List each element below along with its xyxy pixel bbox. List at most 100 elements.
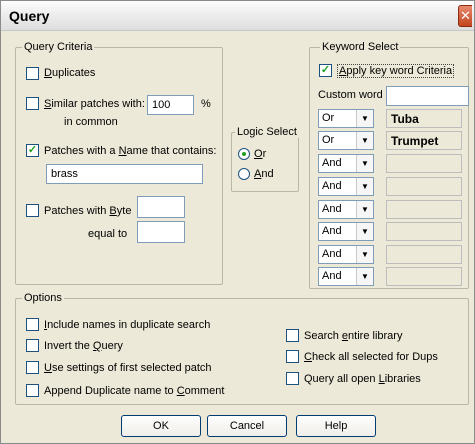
label-key: C bbox=[304, 351, 312, 363]
custom-word-input[interactable] bbox=[386, 86, 469, 106]
use-settings-checkbox[interactable] bbox=[26, 361, 39, 374]
query-criteria-title: Query Criteria bbox=[22, 41, 95, 53]
logic-combo-4[interactable]: And ▼ bbox=[318, 177, 374, 196]
logic-combo-8[interactable]: And ▼ bbox=[318, 267, 374, 286]
chevron-down-icon[interactable]: ▼ bbox=[356, 110, 373, 127]
name-contains-label[interactable]: Patches with a Name that contains: bbox=[44, 145, 216, 157]
logic-and-label[interactable]: And bbox=[254, 168, 274, 180]
logic-combo-5[interactable]: And ▼ bbox=[318, 200, 374, 219]
keyword-cell-3[interactable] bbox=[386, 154, 462, 173]
append-duplicate-label[interactable]: Append Duplicate name to Comment bbox=[44, 385, 224, 397]
label-post: yte bbox=[116, 205, 132, 217]
chevron-down-icon[interactable]: ▼ bbox=[356, 178, 373, 195]
label-pre: Patches with a bbox=[44, 145, 119, 157]
label-pre: Search bbox=[304, 330, 342, 342]
label-post: imilar patches with: bbox=[51, 98, 145, 110]
chevron-down-icon[interactable]: ▼ bbox=[356, 132, 373, 149]
query-all-checkbox[interactable] bbox=[286, 372, 299, 385]
label-post: se settings of first selected patch bbox=[51, 362, 212, 374]
duplicates-checkbox[interactable] bbox=[26, 67, 39, 80]
percent-label: % bbox=[201, 98, 211, 110]
chevron-down-icon[interactable]: ▼ bbox=[356, 246, 373, 263]
similar-percent-input[interactable]: 100 bbox=[147, 95, 194, 115]
label-post: uery bbox=[101, 340, 123, 352]
label-post: ibraries bbox=[384, 373, 421, 385]
logic-combo-2[interactable]: Or ▼ bbox=[318, 131, 374, 150]
include-names-label[interactable]: Include names in duplicate search bbox=[44, 319, 210, 331]
check-all-checkbox[interactable] bbox=[286, 350, 299, 363]
byte-checkbox[interactable] bbox=[26, 204, 39, 217]
ok-button[interactable]: OK bbox=[121, 415, 201, 437]
keyword-cell-7[interactable] bbox=[386, 245, 462, 264]
label-key: N bbox=[118, 145, 127, 157]
byte-label[interactable]: Patches with Byte bbox=[44, 205, 131, 217]
help-button[interactable]: Help bbox=[296, 415, 376, 437]
keyword-cell-8[interactable] bbox=[386, 267, 462, 286]
logic-or-label[interactable]: Or bbox=[254, 148, 266, 160]
label-post: nclude names in duplicate search bbox=[47, 319, 211, 331]
combo-value: Or bbox=[322, 134, 335, 146]
combo-value: And bbox=[322, 157, 342, 169]
custom-word-label: Custom word bbox=[318, 89, 383, 101]
logic-select-group: Logic Select bbox=[231, 126, 299, 192]
label-post: uplicates bbox=[51, 67, 96, 79]
invert-query-label[interactable]: Invert the Query bbox=[44, 340, 123, 352]
label-post: ame that contains: bbox=[126, 145, 217, 157]
equal-to-label: equal to bbox=[88, 228, 128, 240]
apply-keyword-label[interactable]: Apply key word Criteria bbox=[337, 64, 455, 78]
label-pre: Append Duplicate name to bbox=[44, 385, 177, 397]
name-contains-checkbox[interactable]: ✓ bbox=[26, 144, 39, 157]
invert-query-checkbox[interactable] bbox=[26, 339, 39, 352]
append-duplicate-checkbox[interactable] bbox=[26, 384, 39, 397]
keyword-cell-4[interactable] bbox=[386, 177, 462, 196]
label-post: pply key word Criteria bbox=[346, 65, 453, 77]
byte-input[interactable] bbox=[137, 196, 185, 218]
apply-keyword-checkbox[interactable]: ✓ bbox=[319, 64, 332, 77]
logic-combo-6[interactable]: And ▼ bbox=[318, 222, 374, 241]
search-entire-label[interactable]: Search entire library bbox=[304, 330, 402, 342]
logic-combo-7[interactable]: And ▼ bbox=[318, 245, 374, 264]
label-key: B bbox=[109, 205, 117, 217]
label-post: heck all selected for Dups bbox=[311, 351, 438, 363]
window-title: Query bbox=[9, 8, 50, 24]
close-icon[interactable]: ✕ bbox=[458, 5, 472, 27]
label-pre: Patches with bbox=[44, 205, 110, 217]
use-settings-label[interactable]: Use settings of first selected patch bbox=[44, 362, 212, 374]
chevron-down-icon[interactable]: ▼ bbox=[356, 201, 373, 218]
combo-value: And bbox=[322, 180, 342, 192]
include-names-checkbox[interactable] bbox=[26, 318, 39, 331]
combo-value: And bbox=[322, 203, 342, 215]
logic-and-radio[interactable] bbox=[238, 168, 250, 180]
logic-or-radio[interactable] bbox=[238, 148, 250, 160]
keyword-select-title: Keyword Select bbox=[320, 41, 401, 53]
similar-checkbox[interactable] bbox=[26, 97, 39, 110]
name-contains-input[interactable]: brass bbox=[46, 164, 203, 184]
label-post: nd bbox=[261, 168, 274, 180]
query-dialog: Query ✕ Query Criteria Duplicates Simila… bbox=[0, 0, 475, 444]
duplicates-label[interactable]: Duplicates bbox=[44, 67, 95, 79]
chevron-down-icon[interactable]: ▼ bbox=[356, 155, 373, 172]
chevron-down-icon[interactable]: ▼ bbox=[356, 223, 373, 240]
logic-combo-1[interactable]: Or ▼ bbox=[318, 109, 374, 128]
label-key: U bbox=[44, 362, 52, 374]
logic-combo-3[interactable]: And ▼ bbox=[318, 154, 374, 173]
keyword-cell-5[interactable] bbox=[386, 200, 462, 219]
label-key: D bbox=[44, 67, 52, 79]
query-all-label[interactable]: Query all open Libraries bbox=[304, 373, 421, 385]
chevron-down-icon[interactable]: ▼ bbox=[356, 268, 373, 285]
search-entire-checkbox[interactable] bbox=[286, 329, 299, 342]
equal-to-input[interactable] bbox=[137, 221, 185, 243]
label-pre: Invert the bbox=[44, 340, 93, 352]
options-title: Options bbox=[22, 292, 64, 304]
keyword-cell-1[interactable]: Tuba bbox=[386, 109, 462, 128]
similar-label[interactable]: Similar patches with: bbox=[44, 98, 145, 110]
cancel-button[interactable]: Cancel bbox=[207, 415, 287, 437]
check-all-label[interactable]: Check all selected for Dups bbox=[304, 351, 438, 363]
title-bar[interactable]: Query ✕ bbox=[1, 1, 474, 31]
label-post: ntire library bbox=[348, 330, 403, 342]
keyword-cell-6[interactable] bbox=[386, 222, 462, 241]
combo-value: And bbox=[322, 248, 342, 260]
keyword-cell-2[interactable]: Trumpet bbox=[386, 131, 462, 150]
combo-value: And bbox=[322, 225, 342, 237]
label-key: O bbox=[254, 148, 263, 160]
